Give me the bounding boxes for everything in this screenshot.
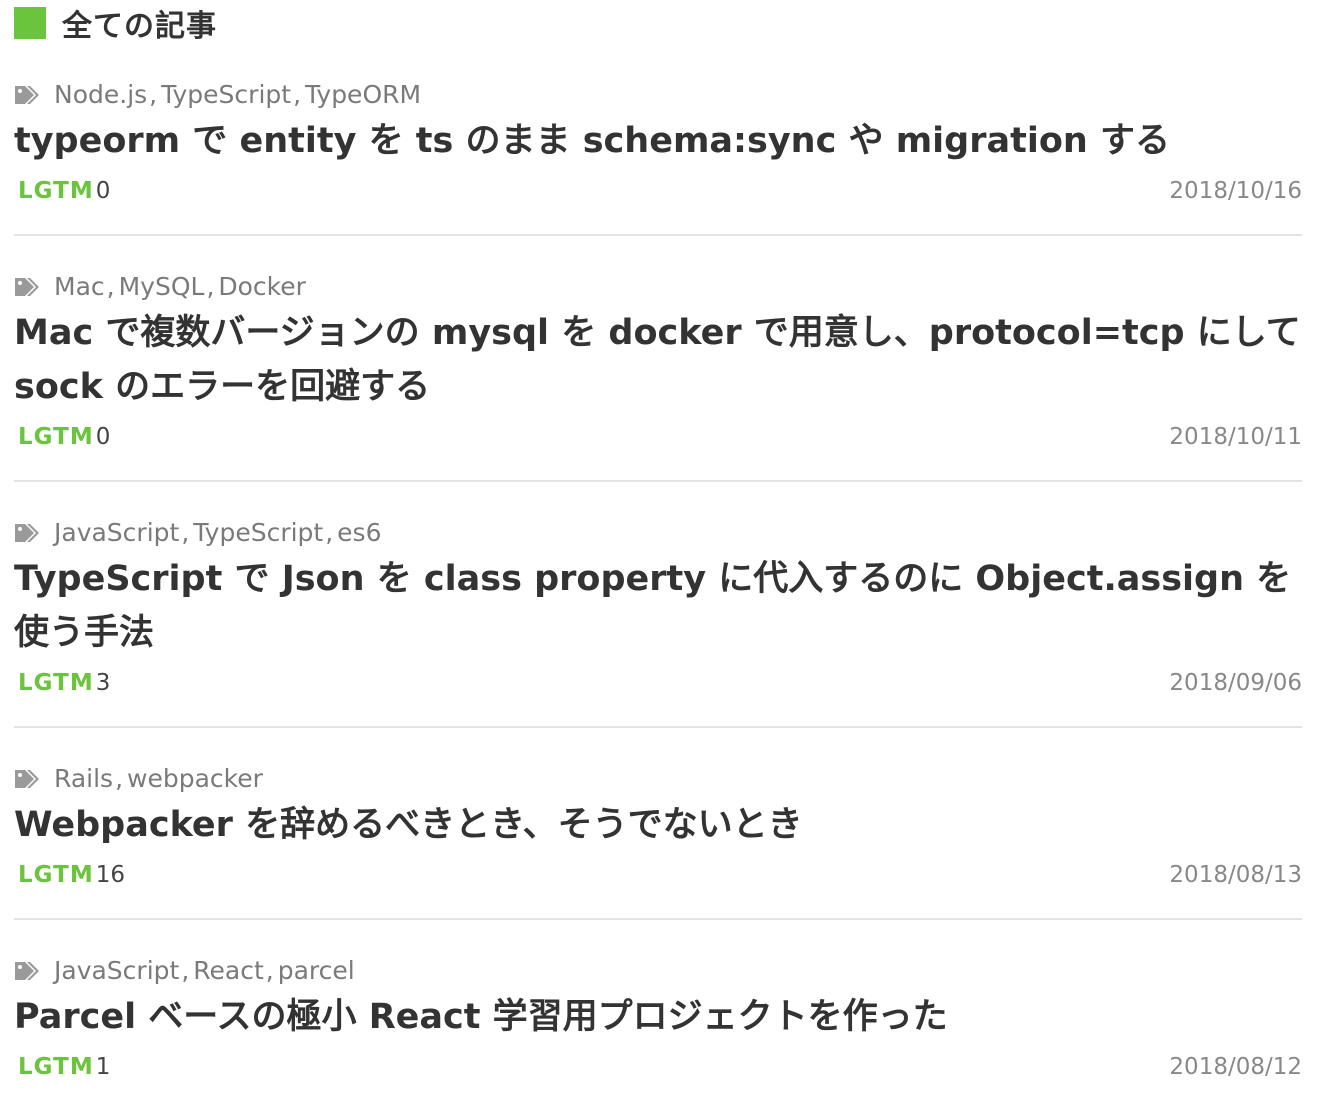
tag-link[interactable]: parcel: [278, 956, 355, 985]
tag-link[interactable]: TypeScript: [193, 518, 323, 547]
section-marker: [14, 7, 46, 39]
article-date: 2018/09/06: [1169, 670, 1302, 696]
tag-link[interactable]: TypeScript: [161, 80, 291, 109]
tag-separator: ,: [293, 79, 302, 109]
lgtm-counter: LGTM 3: [14, 670, 110, 696]
article-date: 2018/10/16: [1169, 178, 1302, 204]
tags-icon: [14, 521, 44, 543]
article-tags: JavaScript, React, parcel: [14, 954, 1302, 986]
tags-icon: [14, 767, 44, 789]
article-item: JavaScript, React, parcel Parcel ベースの極小 Rea…: [14, 954, 1302, 1110]
article-tags: Node.js, TypeScript, TypeORM: [14, 78, 1302, 110]
lgtm-label: LGTM: [18, 862, 94, 888]
article-tags: Mac, MySQL, Docker: [14, 270, 1302, 302]
tag-link[interactable]: Rails: [54, 764, 113, 793]
tag-separator: ,: [106, 271, 115, 301]
tag-link[interactable]: es6: [337, 518, 381, 547]
lgtm-counter: LGTM 1: [14, 1054, 110, 1080]
article-tags: JavaScript, TypeScript, es6: [14, 516, 1302, 548]
tag-link[interactable]: Node.js: [54, 80, 147, 109]
article-meta: LGTM 16 2018/08/13: [14, 858, 1302, 892]
tag-link[interactable]: Mac: [54, 272, 105, 301]
section-header: 全ての記事: [14, 0, 1302, 46]
tag-link[interactable]: TypeORM: [305, 80, 421, 109]
tag-separator: ,: [181, 955, 190, 985]
tag-link[interactable]: JavaScript: [54, 956, 179, 985]
lgtm-counter: LGTM 0: [14, 178, 110, 204]
section-title: 全ての記事: [62, 9, 217, 44]
tags-icon: [14, 959, 44, 981]
tag-list: JavaScript, TypeScript, es6: [54, 518, 381, 547]
tag-separator: ,: [206, 271, 215, 301]
article-meta: LGTM 1 2018/08/12: [14, 1050, 1302, 1084]
article-meta: LGTM 0 2018/10/11: [14, 420, 1302, 454]
tag-link[interactable]: MySQL: [119, 272, 205, 301]
lgtm-label: LGTM: [18, 1054, 94, 1080]
lgtm-count: 3: [95, 670, 111, 696]
article-item: Rails, webpacker Webpacker を辞めるべきとき、そうでないと…: [14, 762, 1302, 920]
tag-list: Node.js, TypeScript, TypeORM: [54, 80, 421, 109]
tag-link[interactable]: React: [193, 956, 264, 985]
lgtm-counter: LGTM 16: [14, 862, 125, 888]
lgtm-count: 0: [95, 178, 111, 204]
lgtm-counter: LGTM 0: [14, 424, 110, 450]
article-title-link[interactable]: TypeScript で Json を class property に代入する…: [14, 552, 1302, 660]
article-title-link[interactable]: Webpacker を辞めるべきとき、そうでないとき: [14, 798, 1302, 852]
article-item: Mac, MySQL, Docker Mac で複数バージョンの mysql を do…: [14, 270, 1302, 482]
tag-separator: ,: [181, 517, 190, 547]
article-list: Node.js, TypeScript, TypeORM typeorm で enti…: [14, 78, 1302, 1110]
article-meta: LGTM 3 2018/09/06: [14, 666, 1302, 700]
article-date: 2018/08/13: [1169, 862, 1302, 888]
tags-icon: [14, 275, 44, 297]
article-title-link[interactable]: Mac で複数バージョンの mysql を docker で用意し、protoc…: [14, 306, 1302, 414]
tag-separator: ,: [149, 79, 158, 109]
lgtm-count: 16: [95, 862, 125, 888]
page: 全ての記事 Node.js, TypeScript, TypeORM typeorm …: [0, 0, 1318, 1110]
tag-list: Mac, MySQL, Docker: [54, 272, 306, 301]
tag-list: Rails, webpacker: [54, 764, 263, 793]
lgtm-count: 0: [95, 424, 111, 450]
tags-icon: [14, 83, 44, 105]
lgtm-label: LGTM: [18, 178, 94, 204]
lgtm-count: 1: [95, 1054, 111, 1080]
tag-link[interactable]: JavaScript: [54, 518, 179, 547]
article-date: 2018/10/11: [1169, 424, 1302, 450]
tag-list: JavaScript, React, parcel: [54, 956, 355, 985]
lgtm-label: LGTM: [18, 670, 94, 696]
tag-link[interactable]: Docker: [218, 272, 306, 301]
article-date: 2018/08/12: [1169, 1054, 1302, 1080]
article-title-link[interactable]: typeorm で entity を ts のまま schema:sync や …: [14, 114, 1302, 168]
article-tags: Rails, webpacker: [14, 762, 1302, 794]
tag-separator: ,: [325, 517, 334, 547]
lgtm-label: LGTM: [18, 424, 94, 450]
article-title-link[interactable]: Parcel ベースの極小 React 学習用プロジェクトを作った: [14, 990, 1302, 1044]
tag-separator: ,: [115, 763, 124, 793]
tag-separator: ,: [265, 955, 274, 985]
article-meta: LGTM 0 2018/10/16: [14, 174, 1302, 208]
article-item: Node.js, TypeScript, TypeORM typeorm で enti…: [14, 78, 1302, 236]
tag-link[interactable]: webpacker: [127, 764, 263, 793]
article-item: JavaScript, TypeScript, es6 TypeScript で Js…: [14, 516, 1302, 728]
